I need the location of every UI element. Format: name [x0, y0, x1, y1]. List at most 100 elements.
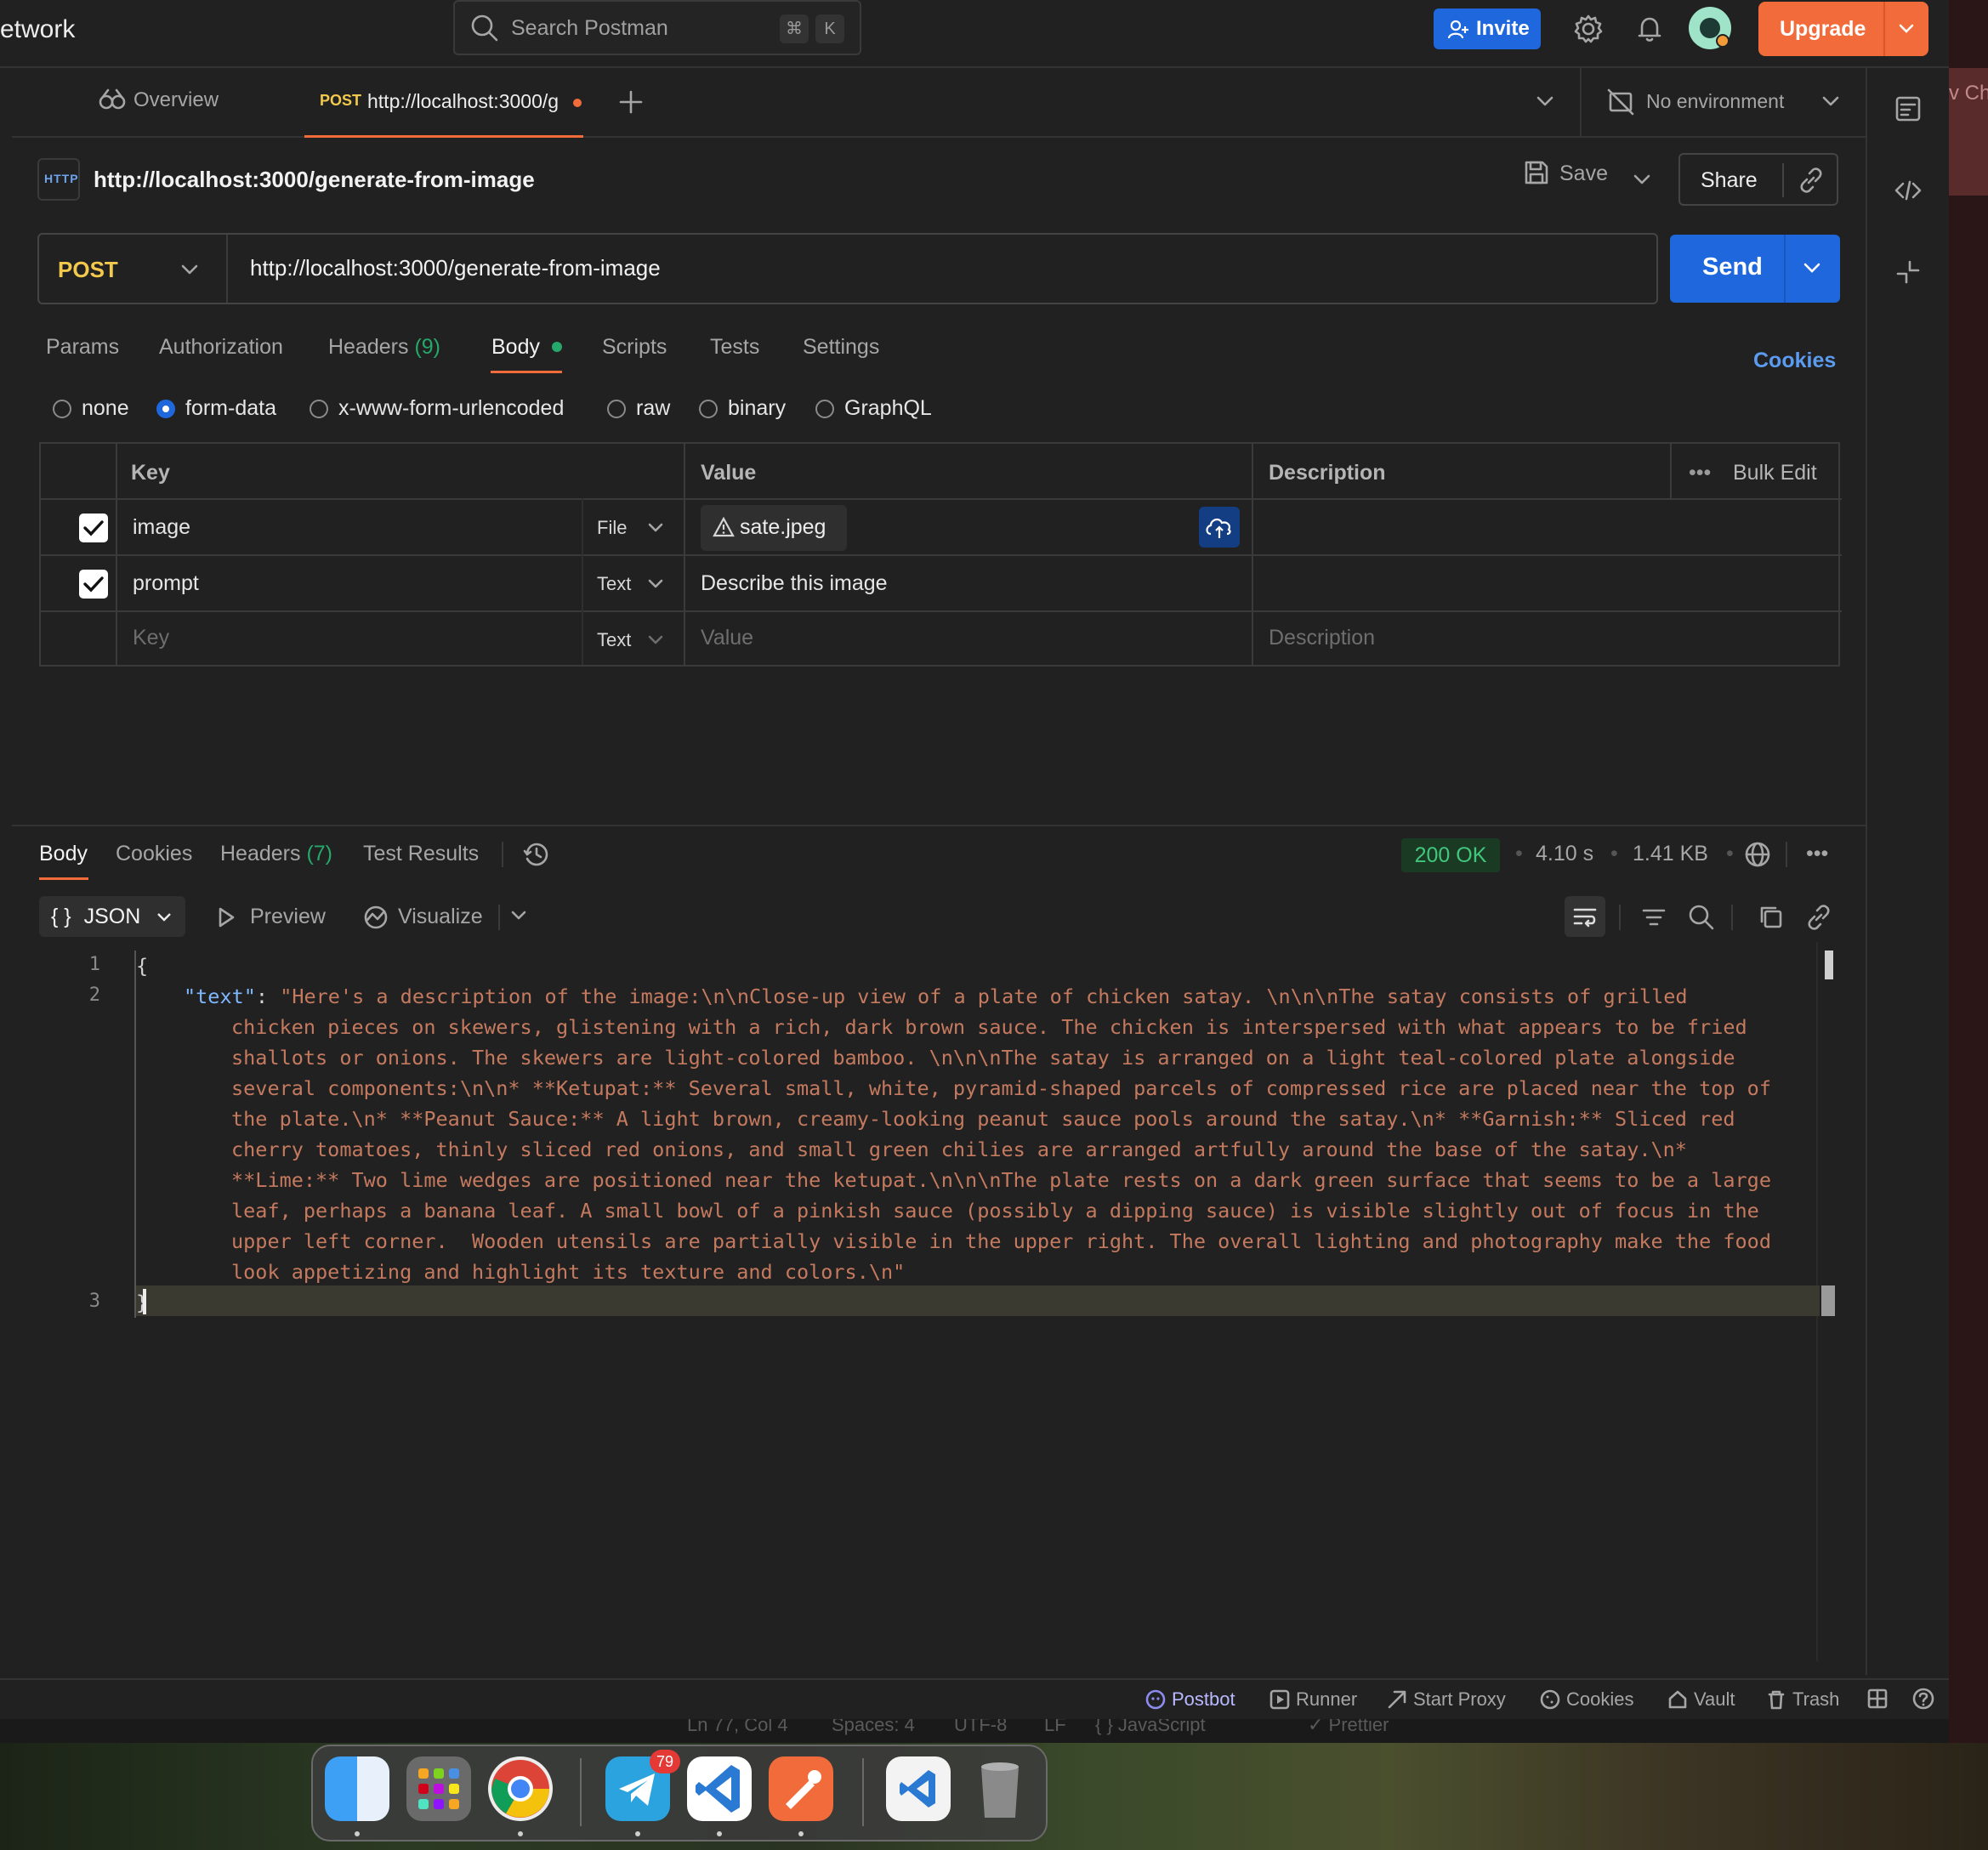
new-value-input[interactable]: Value: [701, 626, 753, 650]
checkmark-icon: [83, 520, 104, 536]
row-key[interactable]: prompt: [133, 571, 199, 596]
save-button[interactable]: Save: [1522, 161, 1608, 186]
radio-none[interactable]: none: [53, 396, 129, 421]
vscode-folder-icon[interactable]: [886, 1756, 951, 1821]
url-input[interactable]: [250, 255, 1610, 281]
tab-params[interactable]: Params: [46, 335, 119, 360]
json-string-line: upper left corner. Wooden utensils are p…: [231, 1229, 1771, 1253]
network-globe-icon[interactable]: [1743, 840, 1772, 869]
chevron-down-icon[interactable]: [1896, 20, 1917, 37]
row-value[interactable]: Describe this image: [701, 571, 888, 596]
new-description-input[interactable]: Description: [1269, 626, 1375, 650]
request-title[interactable]: http://localhost:3000/generate-from-imag…: [94, 167, 535, 193]
radio-graphql[interactable]: GraphQL: [815, 396, 932, 421]
cookies-link[interactable]: Cookies: [1753, 349, 1836, 373]
invite-button[interactable]: Invite: [1434, 9, 1541, 49]
chevron-down-icon: [648, 635, 663, 644]
search-input[interactable]: Search Postman ⌘ K: [453, 0, 861, 55]
json-string-line: "Here's a description of the image:\n\nC…: [280, 985, 1688, 1008]
file-chip[interactable]: sate.jpeg: [701, 505, 847, 551]
status-badge[interactable]: 200 OK: [1401, 838, 1500, 872]
row-type-selector[interactable]: File: [597, 517, 627, 539]
documentation-icon[interactable]: [1893, 94, 1923, 124]
response-tab-cookies[interactable]: Cookies: [116, 842, 192, 866]
bulk-edit-button[interactable]: Bulk Edit: [1733, 461, 1817, 485]
chrome-app-icon[interactable]: [488, 1756, 553, 1821]
response-tab-test-results[interactable]: Test Results: [363, 842, 479, 866]
tab-request[interactable]: POST http://localhost:3000/g: [304, 68, 583, 138]
avatar[interactable]: [1689, 7, 1731, 49]
status-bar: [0, 1678, 1949, 1719]
layout-toggle-icon[interactable]: [1866, 1687, 1889, 1711]
radio-form-data[interactable]: form-data: [156, 396, 276, 421]
save-options-chevron-icon[interactable]: [1631, 172, 1653, 189]
tab-scripts[interactable]: Scripts: [602, 335, 667, 360]
row-type-selector[interactable]: Text: [597, 573, 631, 595]
settings-gear-icon[interactable]: [1573, 14, 1604, 44]
radio-raw[interactable]: raw: [607, 396, 670, 421]
search-placeholder: Search Postman: [511, 16, 668, 40]
visualize-button[interactable]: Visualize: [362, 905, 483, 929]
editor-scrollbar[interactable]: [1825, 951, 1833, 979]
method-chevron-icon[interactable]: [179, 262, 201, 279]
row-key[interactable]: image: [133, 515, 190, 540]
runner-button[interactable]: Runner: [1269, 1688, 1357, 1711]
method-selector[interactable]: POST: [58, 257, 118, 283]
send-options-chevron-icon[interactable]: [1801, 260, 1823, 277]
more-options-icon[interactable]: •••: [1689, 461, 1711, 485]
cookies-button[interactable]: Cookies: [1539, 1688, 1633, 1711]
vault-button[interactable]: Vault: [1667, 1688, 1735, 1711]
new-row-type-selector[interactable]: Text: [597, 629, 631, 651]
tab-body[interactable]: Body: [491, 335, 540, 360]
history-icon[interactable]: [522, 840, 551, 869]
start-proxy-button[interactable]: Start Proxy: [1386, 1688, 1506, 1711]
response-tab-body[interactable]: Body: [39, 842, 88, 866]
code-snippet-icon[interactable]: [1893, 175, 1923, 206]
postbot-button[interactable]: Postbot: [1145, 1688, 1235, 1711]
response-divider[interactable]: [12, 825, 1866, 826]
launchpad-app-icon[interactable]: [406, 1756, 471, 1821]
response-tab-headers[interactable]: Headers (7): [220, 842, 332, 866]
trash-app-icon[interactable]: [968, 1756, 1032, 1821]
copy-icon[interactable]: [1757, 903, 1786, 932]
row-checkbox[interactable]: [79, 514, 108, 542]
send-button[interactable]: Send: [1670, 235, 1840, 303]
tabs-dropdown-chevron-icon[interactable]: [1534, 94, 1556, 111]
new-tab-plus-icon[interactable]: [617, 88, 645, 116]
wrap-lines-button[interactable]: [1565, 896, 1605, 937]
tab-tests[interactable]: Tests: [710, 335, 759, 360]
radio-urlencoded[interactable]: x-www-form-urlencoded: [310, 396, 564, 421]
chevron-down-icon[interactable]: [508, 908, 529, 925]
preview-button[interactable]: Preview: [216, 905, 326, 929]
help-icon[interactable]: [1911, 1687, 1935, 1711]
notifications-bell-icon[interactable]: [1634, 14, 1665, 44]
share-button[interactable]: Share: [1678, 153, 1838, 206]
tab-overview[interactable]: Overview: [98, 88, 219, 112]
trash-button[interactable]: Trash: [1765, 1688, 1839, 1711]
search-icon[interactable]: [1687, 903, 1716, 932]
upgrade-button[interactable]: Upgrade: [1758, 2, 1928, 56]
response-time[interactable]: 4.10 s: [1536, 842, 1593, 866]
copy-link-icon[interactable]: [1796, 165, 1826, 196]
line-number: 2: [88, 985, 100, 1006]
tab-authorization[interactable]: Authorization: [159, 335, 283, 360]
tab-settings[interactable]: Settings: [803, 335, 879, 360]
response-size[interactable]: 1.41 KB: [1633, 842, 1708, 866]
workspace-title[interactable]: etwork: [0, 15, 75, 44]
vscode-app-icon[interactable]: [687, 1756, 752, 1821]
filter-icon[interactable]: [1639, 903, 1668, 932]
editor-cursor-position: Ln 77, Col 4: [687, 1719, 788, 1735]
response-format-selector[interactable]: { } JSON: [39, 896, 185, 937]
new-key-input[interactable]: Key: [133, 626, 169, 650]
postman-app-icon[interactable]: [769, 1756, 833, 1821]
upgrade-label: Upgrade: [1780, 17, 1866, 41]
link-icon[interactable]: [1804, 903, 1833, 932]
upload-file-button[interactable]: [1199, 507, 1240, 548]
response-more-icon[interactable]: •••: [1806, 842, 1828, 866]
collapse-arrows-icon[interactable]: [1893, 257, 1923, 287]
tab-headers[interactable]: Headers (9): [328, 335, 440, 360]
radio-binary[interactable]: binary: [699, 396, 786, 421]
row-checkbox[interactable]: [79, 570, 108, 599]
environment-selector[interactable]: No environment: [1580, 68, 1866, 138]
finder-app-icon[interactable]: [325, 1756, 389, 1821]
